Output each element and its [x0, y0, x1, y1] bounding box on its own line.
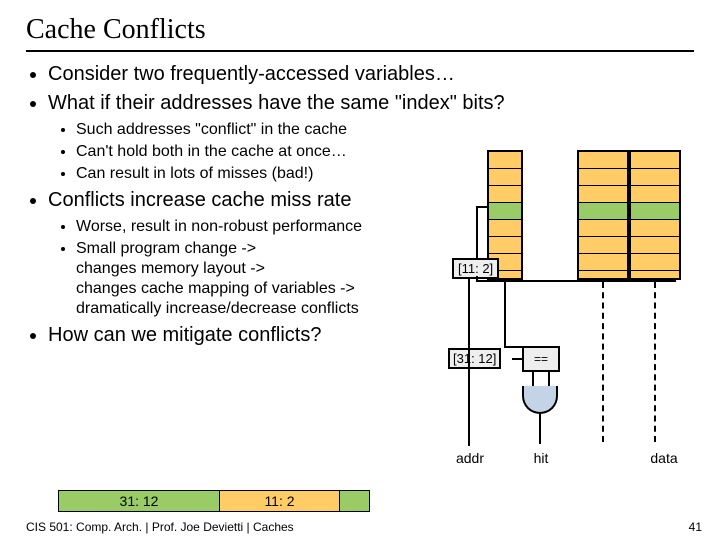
- wire-dashed: [654, 282, 656, 442]
- hit-label: hit: [524, 450, 558, 466]
- wire: [532, 370, 534, 386]
- addr-label: addr: [450, 450, 490, 466]
- wire: [504, 346, 524, 348]
- addr-tag-segment: 31: 12: [59, 491, 219, 511]
- wire: [476, 276, 478, 282]
- data-label: data: [642, 450, 686, 466]
- wire: [468, 364, 470, 366]
- wire: [468, 278, 470, 446]
- wire-dashed: [602, 282, 604, 442]
- wire: [476, 280, 676, 282]
- page-number: 41: [689, 520, 702, 534]
- wire: [512, 358, 524, 360]
- wire: [539, 414, 541, 444]
- slide-title: Cache Conflicts: [26, 14, 694, 46]
- wire: [548, 370, 550, 386]
- bullet-text: Conflicts increase cache miss rate: [48, 189, 351, 211]
- data-array-col0: [577, 150, 629, 280]
- and-gate: [522, 386, 558, 414]
- tag-bits-label: [31: 12]: [448, 348, 501, 369]
- bullet-text: What if their addresses have the same "i…: [48, 92, 505, 114]
- addr-index-segment: 11: 2: [219, 491, 339, 511]
- title-divider: [26, 50, 694, 52]
- data-array-col1: [629, 150, 681, 280]
- sub-bullet: Such addresses "conflict" in the cache: [76, 120, 694, 140]
- bullet: Consider two frequently-accessed variabl…: [48, 62, 694, 87]
- cache-diagram: [11: 2] [31: 12] == addr hit data: [462, 150, 702, 490]
- address-bar: 31: 12 11: 2: [58, 490, 370, 512]
- wire: [504, 282, 506, 346]
- footer: CIS 501: Comp. Arch. | Prof. Joe Deviett…: [26, 520, 702, 534]
- comparator: ==: [522, 346, 560, 372]
- footer-text: CIS 501: Comp. Arch. | Prof. Joe Deviett…: [26, 520, 294, 534]
- addr-offset-segment: [339, 491, 369, 511]
- wire: [476, 206, 487, 208]
- wire: [476, 206, 478, 258]
